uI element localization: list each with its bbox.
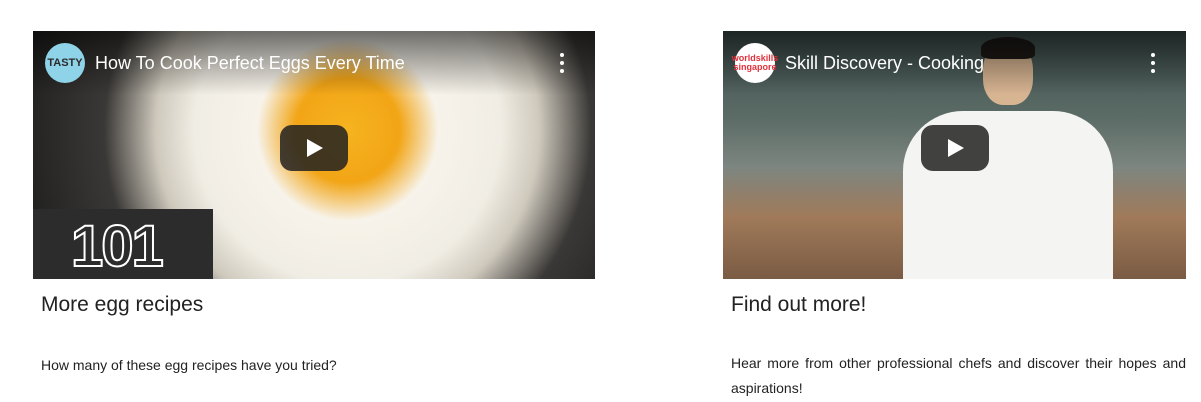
card-text: How many of these egg recipes have you t… bbox=[41, 357, 337, 373]
channel-avatar-tasty[interactable]: TASTY bbox=[45, 43, 85, 83]
video-title[interactable]: Skill Discovery - Cooking bbox=[785, 53, 984, 74]
play-button[interactable] bbox=[280, 125, 348, 171]
video-player-eggs[interactable]: 101 TASTY How To Cook Perfect Eggs Every… bbox=[33, 31, 595, 279]
card-heading: Find out more! bbox=[731, 293, 867, 316]
more-vert-icon[interactable] bbox=[559, 53, 565, 73]
card-heading: More egg recipes bbox=[41, 293, 204, 316]
play-icon bbox=[307, 139, 323, 157]
more-vert-icon[interactable] bbox=[1150, 53, 1156, 73]
channel-avatar-worldskills[interactable]: worldskills singapore bbox=[732, 43, 778, 83]
card-text: Hear more from other professional chefs … bbox=[731, 355, 1186, 396]
badge-101-text: 101 bbox=[70, 213, 165, 279]
channel-name: TASTY bbox=[47, 57, 83, 69]
play-button[interactable] bbox=[920, 125, 989, 171]
video-card-eggs: 101 TASTY How To Cook Perfect Eggs Every… bbox=[33, 31, 595, 378]
video-card-cooking: worldskills singapore Skill Discovery - … bbox=[723, 31, 1186, 401]
channel-name: worldskills singapore bbox=[731, 53, 779, 72]
play-icon bbox=[947, 139, 964, 157]
video-player-cooking[interactable]: worldskills singapore Skill Discovery - … bbox=[723, 31, 1186, 279]
video-title[interactable]: How To Cook Perfect Eggs Every Time bbox=[95, 53, 405, 74]
badge-101: 101 bbox=[33, 209, 213, 279]
